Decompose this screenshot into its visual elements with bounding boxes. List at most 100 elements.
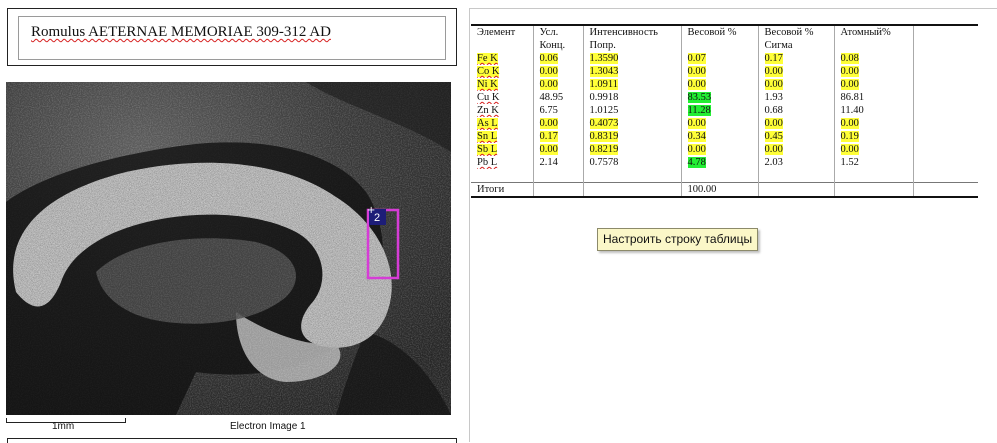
conc-cell: 0.00 (539, 144, 558, 155)
column-header (913, 25, 978, 39)
title-frame: Romulus AETERNAE MEMORIAE 309-312 AD (7, 8, 457, 66)
empty-cell (913, 52, 978, 65)
element-cell: Fe K (477, 53, 498, 64)
table-row[interactable]: Zn K 6.75 1.0125 11.28 0.68 11.40 (471, 104, 978, 117)
column-header: Весовой % (681, 25, 759, 39)
title-textbox[interactable]: Romulus AETERNAE MEMORIAE 309-312 AD (18, 16, 446, 60)
column-subheader: Попр. (583, 39, 682, 52)
table-row[interactable]: Cu K 48.95 0.9918 83.53 1.93 86.81 (471, 91, 978, 104)
table-row[interactable]: Co K 0.00 1.3043 0.00 0.00 0.00 (471, 65, 978, 78)
empty-cell (913, 65, 978, 78)
image-caption: Electron Image 1 (230, 421, 306, 432)
sigma-cell: 1.93 (764, 92, 783, 103)
weight-cell: 83.53 (687, 92, 712, 103)
conc-cell: 0.00 (539, 118, 558, 129)
intensity-cell: 1.0911 (589, 79, 618, 90)
sigma-cell: 0.00 (764, 79, 783, 90)
sigma-cell: 2.03 (764, 157, 783, 168)
column-header: Весовой % (758, 25, 835, 39)
atomic-cell: 0.00 (840, 144, 859, 155)
totals-label: Итоги (471, 182, 534, 197)
intensity-cell: 1.3043 (589, 66, 619, 77)
column-subheader (913, 39, 978, 52)
empty-cell (913, 78, 978, 91)
intensity-cell: 1.3590 (589, 53, 619, 64)
sample-title: Romulus AETERNAE MEMORIAE 309-312 AD (31, 24, 331, 40)
intensity-cell: 0.7578 (589, 157, 619, 168)
element-cell: Sb L (477, 144, 498, 155)
sigma-cell: 0.68 (764, 105, 783, 116)
column-subheader (834, 39, 914, 52)
element-cell: Zn K (477, 105, 499, 116)
element-cell: Pb L (477, 157, 498, 168)
sigma-cell: 0.00 (764, 118, 783, 129)
electron-image: 2 + (6, 82, 451, 415)
weight-cell: 0.00 (687, 118, 706, 129)
intensity-cell: 0.9918 (589, 92, 619, 103)
conc-cell: 0.00 (539, 66, 558, 77)
element-cell: Sn L (477, 131, 498, 142)
table-row[interactable]: As L 0.00 0.4073 0.00 0.00 0.00 (471, 117, 978, 130)
table-row[interactable]: Ni K 0.00 1.0911 0.00 0.00 0.00 (471, 78, 978, 91)
electron-image-graphic: 2 + (6, 82, 451, 415)
table-header-row: Элемент Усл. Интенсивность Весовой % Вес… (471, 25, 978, 39)
conc-cell: 0.17 (539, 131, 558, 142)
conc-cell: 0.06 (539, 53, 558, 64)
element-cell: Cu K (477, 92, 500, 103)
crosshair-icon: + (367, 205, 375, 216)
table-row[interactable]: Pb L 2.14 0.7578 4.78 2.03 1.52 (471, 156, 978, 169)
weight-cell: 0.00 (687, 79, 706, 90)
table-row[interactable]: Fe K 0.06 1.3590 0.07 0.17 0.08 (471, 52, 978, 65)
element-cell: As L (477, 118, 498, 129)
weight-cell: 0.00 (687, 66, 706, 77)
column-subheader (681, 39, 759, 52)
weight-cell: 4.78 (687, 157, 706, 168)
weight-cell: 0.07 (687, 53, 706, 64)
atomic-cell: 0.00 (840, 66, 859, 77)
intensity-cell: 0.4073 (589, 118, 619, 129)
totals-weight: 100.00 (681, 182, 759, 197)
sigma-cell: 0.45 (764, 131, 783, 142)
atomic-cell: 11.40 (840, 105, 864, 116)
sigma-cell: 0.17 (764, 53, 783, 64)
element-cell: Ni K (477, 79, 498, 90)
column-subheader: Сигма (758, 39, 835, 52)
conc-cell: 0.00 (539, 79, 558, 90)
atomic-cell: 0.00 (840, 118, 859, 129)
sigma-cell: 0.00 (764, 144, 783, 155)
column-header: Атомный% (834, 25, 914, 39)
table-row-blank[interactable] (471, 169, 978, 183)
table-row-tooltip: Настроить строку таблицы (597, 228, 759, 251)
composition-table[interactable]: Элемент Усл. Интенсивность Весовой % Вес… (471, 24, 978, 198)
column-header: Интенсивность (583, 25, 682, 39)
atomic-cell: 0.00 (840, 79, 859, 90)
atomic-cell: 86.81 (840, 92, 865, 103)
empty-cell (913, 104, 978, 117)
element-cell: Co K (477, 66, 500, 77)
table-totals-row[interactable]: Итоги 100.00 (471, 182, 978, 197)
intensity-cell: 0.8219 (589, 144, 619, 155)
scale-label: 1mm (52, 421, 75, 432)
column-header: Усл. (533, 25, 584, 39)
column-header: Элемент (471, 25, 534, 39)
empty-cell (913, 91, 978, 104)
atomic-cell: 0.19 (840, 131, 859, 142)
table-subheader-row: Конц. Попр. Сигма (471, 39, 978, 52)
empty-cell (913, 143, 978, 156)
next-frame (7, 438, 457, 443)
empty-cell (913, 117, 978, 130)
weight-cell: 0.34 (687, 131, 706, 142)
weight-cell: 0.00 (687, 144, 706, 155)
empty-cell (913, 156, 978, 169)
empty-cell (913, 130, 978, 143)
table-row[interactable]: Sb L 0.00 0.8219 0.00 0.00 0.00 (471, 143, 978, 156)
atomic-cell: 1.52 (840, 157, 859, 168)
intensity-cell: 1.0125 (589, 105, 619, 116)
column-subheader (471, 39, 534, 52)
conc-cell: 2.14 (539, 157, 558, 168)
intensity-cell: 0.8319 (589, 131, 619, 142)
weight-cell: 11.28 (687, 105, 711, 116)
table-row[interactable]: Sn L 0.17 0.8319 0.34 0.45 0.19 (471, 130, 978, 143)
atomic-cell: 0.08 (840, 53, 859, 64)
conc-cell: 6.75 (539, 105, 558, 116)
